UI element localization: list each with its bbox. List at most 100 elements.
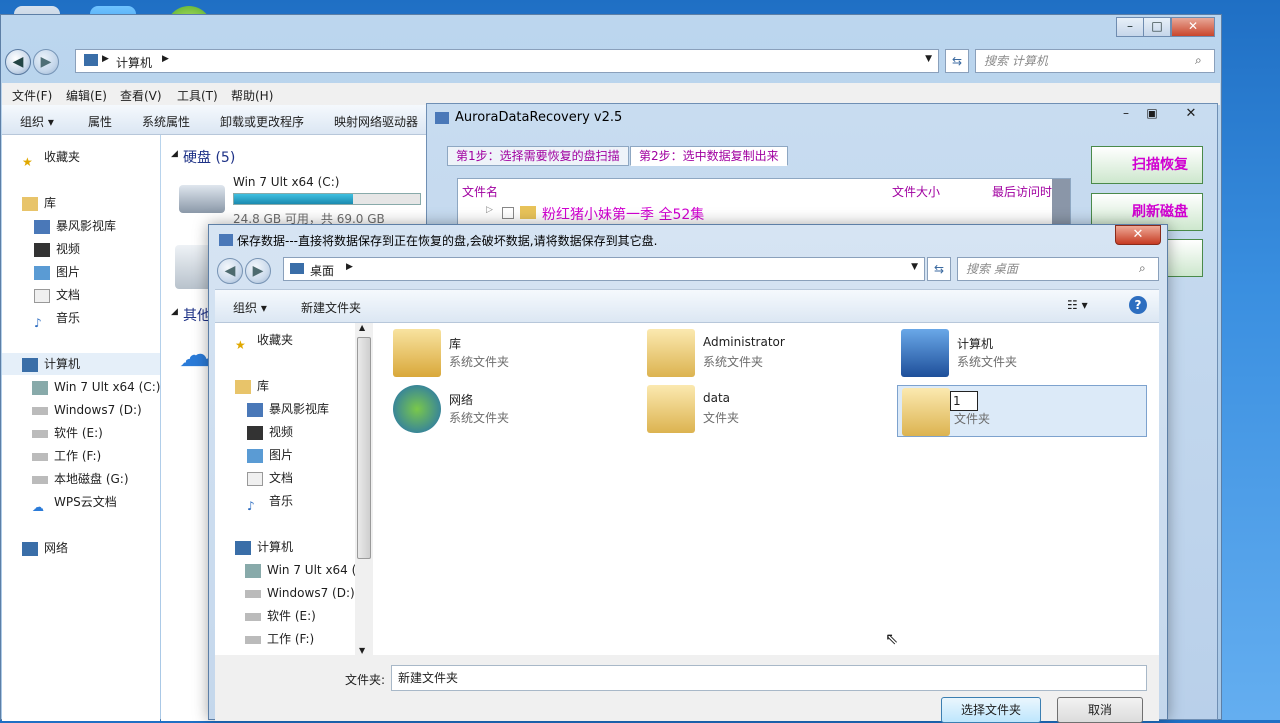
nav-network[interactable]: 网络 — [22, 537, 68, 559]
nav-libraries[interactable]: 库 — [235, 375, 269, 397]
rename-input[interactable]: 1 — [950, 391, 978, 411]
menu-help[interactable]: 帮助(H) — [231, 87, 273, 104]
minimize-button[interactable]: – — [1113, 106, 1139, 124]
system-properties-button[interactable]: 系统属性 — [142, 113, 190, 130]
tab-step1[interactable]: 第1步：选择需要恢复的盘扫描 — [447, 146, 629, 166]
new-folder-button[interactable]: 新建文件夹 — [301, 299, 361, 316]
breadcrumb[interactable]: 计算机 — [116, 54, 152, 71]
drive-icon — [245, 589, 261, 598]
chevron-down-icon[interactable]: ▼ — [911, 262, 918, 272]
map-drive-button[interactable]: 映射网络驱动器 — [334, 113, 418, 130]
nav-lib-item[interactable]: 文档 — [34, 284, 80, 306]
nav-lib-item[interactable]: ♪ 音乐 — [247, 490, 293, 513]
minimize-button[interactable]: – — [1116, 17, 1144, 37]
folder-item[interactable]: 计算机 系统文件夹 — [901, 329, 1151, 381]
nav-drive[interactable]: 工作 (F:) — [32, 445, 101, 467]
nav-drive[interactable]: Win 7 Ult x64 (C — [245, 559, 365, 581]
nav-lib-item[interactable]: 暴风影视库 — [34, 215, 116, 237]
chevron-down-icon[interactable]: ▼ — [925, 54, 932, 64]
nav-lib-item[interactable]: 图片 — [34, 261, 80, 283]
forward-button[interactable]: ▶ — [245, 258, 271, 284]
menu-view[interactable]: 查看(V) — [120, 87, 162, 104]
close-button[interactable]: ✕ — [1175, 106, 1207, 124]
nav-computer[interactable]: 计算机 — [2, 353, 160, 375]
search-icon: ⌕ — [1195, 53, 1202, 67]
nav-drive[interactable]: Windows7 (D:) — [245, 582, 355, 604]
close-button[interactable]: ✕ — [1171, 17, 1215, 37]
organize-button[interactable]: 组织 ▾ — [20, 113, 54, 130]
refresh-button[interactable]: ⇆ — [945, 49, 969, 73]
close-button[interactable]: ✕ — [1115, 225, 1161, 245]
nav-drive[interactable]: 软件 (E:) — [32, 422, 103, 444]
menu-tools[interactable]: 工具(T) — [177, 87, 218, 104]
refresh-button[interactable]: ⇆ — [927, 257, 951, 281]
group-header-other[interactable]: 其他 — [183, 305, 211, 325]
folder-item[interactable]: data 文件夹 — [647, 385, 897, 437]
search-input[interactable]: 搜索 桌面 — [957, 257, 1159, 281]
nav-lib-item[interactable]: 暴风影视库 — [247, 398, 329, 420]
breadcrumb[interactable]: 桌面 — [310, 262, 334, 279]
search-input[interactable]: 搜索 计算机 — [975, 49, 1215, 73]
view-options-icon[interactable]: ☷ ▾ — [1067, 298, 1088, 312]
nav-drive[interactable]: 本地磁盘 (G:) — [32, 468, 129, 490]
folder-item[interactable]: 网络 系统文件夹 — [393, 385, 643, 437]
user-folder-icon — [647, 329, 695, 377]
forward-button[interactable]: ▶ — [33, 49, 59, 75]
video-icon — [34, 242, 50, 257]
menu-file[interactable]: 文件(F) — [12, 87, 52, 104]
properties-button[interactable]: 属性 — [88, 113, 112, 130]
scroll-up-icon[interactable]: ▲ — [359, 323, 365, 332]
maximize-button[interactable]: ▣ — [1139, 106, 1165, 124]
scroll-down-icon[interactable]: ▼ — [359, 646, 365, 655]
maximize-button[interactable]: □ — [1143, 17, 1171, 37]
nav-drive[interactable]: 软件 (E:) — [245, 605, 316, 627]
nav-lib-item[interactable]: 视频 — [34, 238, 80, 260]
column-header-name[interactable]: 文件名 — [462, 183, 498, 200]
music-icon: ♪ — [247, 498, 255, 513]
nav-lib-item[interactable]: 图片 — [247, 444, 293, 466]
scan-recover-button[interactable]: 扫描恢复 — [1091, 146, 1203, 184]
address-bar[interactable]: ▶ 计算机 ▶ ▼ — [75, 49, 939, 73]
menu-edit[interactable]: 编辑(E) — [66, 87, 107, 104]
expand-arrow-icon[interactable]: ▷ — [486, 205, 493, 215]
computer-icon — [84, 54, 98, 66]
folder-item[interactable]: 库 系统文件夹 — [393, 329, 643, 381]
drive-name: Win 7 Ult x64 (C:) — [233, 175, 340, 189]
nav-drive[interactable]: ☁ WPS云文档 — [32, 491, 117, 514]
pictures-icon — [34, 265, 50, 280]
nav-lib-item[interactable]: ♪ 音乐 — [34, 307, 80, 330]
select-folder-button[interactable]: 选择文件夹 — [941, 697, 1041, 723]
tab-step2[interactable]: 第2步：选中数据复制出来 — [630, 146, 788, 166]
nav-drive[interactable]: Win 7 Ult x64 (C:) — [32, 376, 160, 398]
nav-lib-item[interactable]: 视频 — [247, 421, 293, 443]
scroll-thumb[interactable] — [357, 337, 371, 559]
group-header-disks[interactable]: 硬盘 (5) — [183, 147, 235, 167]
column-header-size[interactable]: 文件大小 — [892, 183, 940, 200]
help-icon[interactable]: ? — [1129, 296, 1147, 314]
folder-name-input[interactable]: 新建文件夹 — [391, 665, 1147, 691]
back-button[interactable]: ◀ — [5, 49, 31, 75]
list-row[interactable]: ▷ 粉红猪小妹第一季 全52集 — [458, 203, 1050, 223]
nav-drive[interactable]: 工作 (F:) — [245, 628, 314, 650]
back-button[interactable]: ◀ — [217, 258, 243, 284]
save-dialog: 保存数据---直接将数据保存到正在恢复的盘,会破坏数据,请将数据保存到其它盘. … — [208, 224, 1168, 723]
nav-favorites[interactable]: ★ 收藏夹 — [22, 146, 80, 169]
nav-favorites[interactable]: ★ 收藏夹 — [235, 329, 293, 352]
nav-libraries[interactable]: 库 — [22, 192, 56, 214]
organize-button[interactable]: 组织 ▾ — [233, 299, 267, 316]
nav-scrollbar[interactable]: ▲ ▼ — [355, 323, 373, 655]
uninstall-button[interactable]: 卸载或更改程序 — [220, 113, 304, 130]
cancel-button[interactable]: 取消 — [1057, 697, 1143, 723]
nav-lib-item[interactable]: 文档 — [247, 467, 293, 489]
app-icon — [435, 112, 449, 124]
folder-item-selected[interactable]: 1 文件夹 — [897, 385, 1147, 437]
drive-item[interactable]: Win 7 Ult x64 (C:) 24.8 GB 可用，共 69.0 GB — [179, 175, 423, 227]
star-icon: ★ — [22, 154, 33, 169]
computer-icon — [235, 540, 251, 555]
checkbox[interactable] — [502, 207, 514, 219]
folder-item[interactable]: Administrator 系统文件夹 — [647, 329, 897, 381]
nav-computer[interactable]: 计算机 — [235, 536, 293, 558]
address-bar[interactable]: 桌面 ▶ ▼ — [283, 257, 925, 281]
nav-drive[interactable]: Windows7 (D:) — [32, 399, 142, 421]
column-header-accessed[interactable]: 最后访问时 — [992, 183, 1052, 200]
